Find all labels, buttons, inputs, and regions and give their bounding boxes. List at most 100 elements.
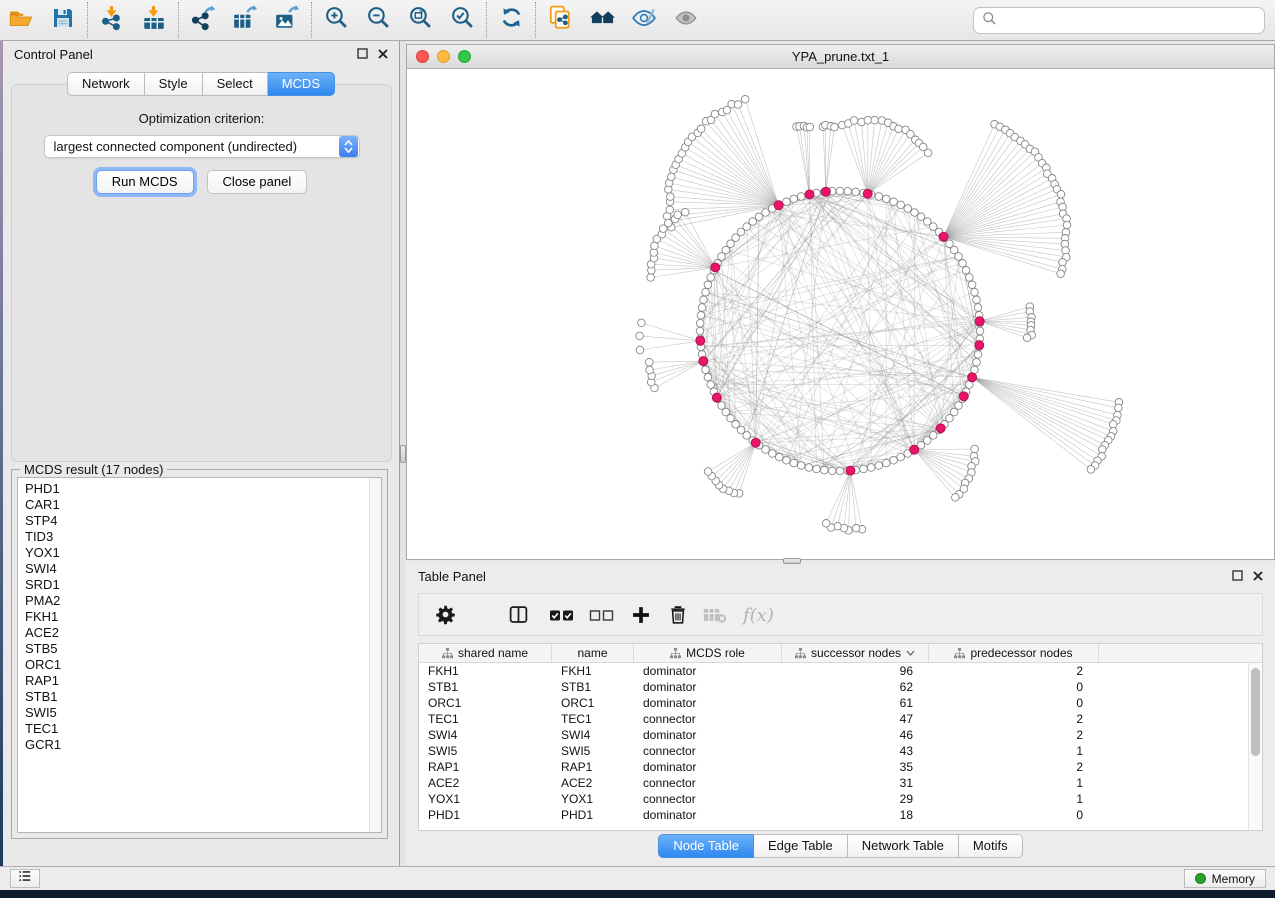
cell-predecessor-nodes[interactable]: 1 (929, 775, 1099, 791)
cell-mcds-role[interactable]: connector (634, 711, 782, 727)
maximize-window-button[interactable] (458, 50, 471, 63)
cell-predecessor-nodes[interactable]: 1 (929, 743, 1099, 759)
network-canvas[interactable] (407, 69, 1274, 559)
export-image-button[interactable] (266, 2, 308, 38)
clone-network-button[interactable] (539, 2, 581, 38)
cell-shared-name[interactable]: SWI4 (419, 727, 552, 743)
mcds-result-item[interactable]: STB1 (25, 689, 381, 705)
cell-shared-name[interactable]: FKH1 (419, 663, 552, 679)
cell-shared-name[interactable]: STB1 (419, 679, 552, 695)
table-row[interactable]: STB1STB1dominator620 (419, 679, 1262, 695)
column-header-name[interactable]: name (552, 644, 634, 662)
table-row[interactable]: SWI5SWI5connector431 (419, 743, 1262, 759)
cell-successor-nodes[interactable]: 18 (782, 807, 929, 823)
cell-name[interactable]: SWI4 (552, 727, 634, 743)
cell-shared-name[interactable]: YOX1 (419, 791, 552, 807)
cell-predecessor-nodes[interactable]: 0 (929, 679, 1099, 695)
cell-name[interactable]: SWI5 (552, 743, 634, 759)
mcds-result-item[interactable]: TEC1 (25, 721, 381, 737)
table-row[interactable]: ACE2ACE2connector311 (419, 775, 1262, 791)
tab-edge-table[interactable]: Edge Table (754, 834, 848, 858)
cell-successor-nodes[interactable]: 31 (782, 775, 929, 791)
mcds-result-item[interactable]: FKH1 (25, 609, 381, 625)
cell-name[interactable]: ACE2 (552, 775, 634, 791)
mcds-result-item[interactable]: YOX1 (25, 545, 381, 561)
show-panel-menu-button[interactable] (10, 869, 40, 888)
export-network-button[interactable] (182, 2, 224, 38)
import-table-button[interactable] (133, 2, 175, 38)
cell-mcds-role[interactable]: dominator (634, 727, 782, 743)
mcds-result-item[interactable]: STB5 (25, 641, 381, 657)
cell-shared-name[interactable]: SWI5 (419, 743, 552, 759)
cell-predecessor-nodes[interactable]: 0 (929, 695, 1099, 711)
table-row[interactable]: TEC1TEC1connector472 (419, 711, 1262, 727)
import-network-button[interactable] (91, 2, 133, 38)
close-window-button[interactable] (416, 50, 429, 63)
cell-name[interactable]: RAP1 (552, 759, 634, 775)
column-header-shared-name[interactable]: shared name (419, 644, 552, 662)
cell-name[interactable]: TEC1 (552, 711, 634, 727)
column-header-predecessor-nodes[interactable]: predecessor nodes (929, 644, 1099, 662)
cell-shared-name[interactable]: RAP1 (419, 759, 552, 775)
cell-successor-nodes[interactable]: 46 (782, 727, 929, 743)
cell-mcds-role[interactable]: dominator (634, 663, 782, 679)
cell-successor-nodes[interactable]: 61 (782, 695, 929, 711)
delete-table-icon[interactable] (703, 606, 727, 624)
save-session-button[interactable] (42, 2, 84, 38)
search-field[interactable] (973, 7, 1265, 34)
cell-name[interactable]: ORC1 (552, 695, 634, 711)
mcds-result-item[interactable]: ORC1 (25, 657, 381, 673)
cell-successor-nodes[interactable]: 62 (782, 679, 929, 695)
splitter-handle[interactable] (783, 558, 801, 564)
table-scrollbar-thumb[interactable] (1251, 668, 1260, 756)
mcds-result-item[interactable]: RAP1 (25, 673, 381, 689)
mcds-result-item[interactable]: SRD1 (25, 577, 381, 593)
cell-mcds-role[interactable]: dominator (634, 759, 782, 775)
open-session-button[interactable] (0, 2, 42, 38)
settings-gear-icon[interactable] (435, 604, 456, 625)
cell-shared-name[interactable]: ORC1 (419, 695, 552, 711)
minimize-window-button[interactable] (437, 50, 450, 63)
cell-shared-name[interactable]: ACE2 (419, 775, 552, 791)
zoom-in-button[interactable] (315, 2, 357, 38)
tab-motifs[interactable]: Motifs (959, 834, 1023, 858)
cell-successor-nodes[interactable]: 43 (782, 743, 929, 759)
close-panel-button[interactable] (1253, 569, 1263, 584)
export-table-button[interactable] (224, 2, 266, 38)
cell-shared-name[interactable]: PHD1 (419, 807, 552, 823)
search-input[interactable] (1003, 13, 1256, 28)
tab-network-table[interactable]: Network Table (848, 834, 959, 858)
mcds-result-item[interactable]: ACE2 (25, 625, 381, 641)
mcds-list-scrollbar[interactable] (369, 478, 381, 832)
close-mcds-panel-button[interactable]: Close panel (207, 170, 308, 194)
cell-successor-nodes[interactable]: 35 (782, 759, 929, 775)
table-row[interactable]: RAP1RAP1dominator352 (419, 759, 1262, 775)
tab-mcds[interactable]: MCDS (268, 72, 335, 96)
cell-predecessor-nodes[interactable]: 1 (929, 791, 1099, 807)
run-mcds-button[interactable]: Run MCDS (96, 170, 194, 194)
cell-name[interactable]: PHD1 (552, 807, 634, 823)
column-header-mcds-role[interactable]: MCDS role (634, 644, 782, 662)
hide-panels-button[interactable] (623, 2, 665, 38)
table-row[interactable]: PHD1PHD1dominator180 (419, 807, 1262, 823)
tab-select[interactable]: Select (203, 72, 268, 96)
cell-predecessor-nodes[interactable]: 2 (929, 759, 1099, 775)
mcds-result-item[interactable]: SWI4 (25, 561, 381, 577)
column-visibility-icon[interactable] (508, 604, 529, 625)
home-button[interactable] (581, 2, 623, 38)
memory-button[interactable]: Memory (1184, 869, 1266, 888)
zoom-fit-button[interactable] (399, 2, 441, 38)
cell-name[interactable]: FKH1 (552, 663, 634, 679)
mcds-result-item[interactable]: PMA2 (25, 593, 381, 609)
cell-mcds-role[interactable]: connector (634, 775, 782, 791)
cell-mcds-role[interactable]: dominator (634, 695, 782, 711)
cell-mcds-role[interactable]: connector (634, 743, 782, 759)
cell-mcds-role[interactable]: dominator (634, 679, 782, 695)
cell-successor-nodes[interactable]: 29 (782, 791, 929, 807)
table-scrollbar[interactable] (1248, 663, 1262, 830)
deselect-all-icon[interactable] (589, 607, 615, 623)
zoom-out-button[interactable] (357, 2, 399, 38)
float-panel-button[interactable] (1232, 569, 1243, 584)
cell-successor-nodes[interactable]: 47 (782, 711, 929, 727)
cell-mcds-role[interactable]: dominator (634, 807, 782, 823)
